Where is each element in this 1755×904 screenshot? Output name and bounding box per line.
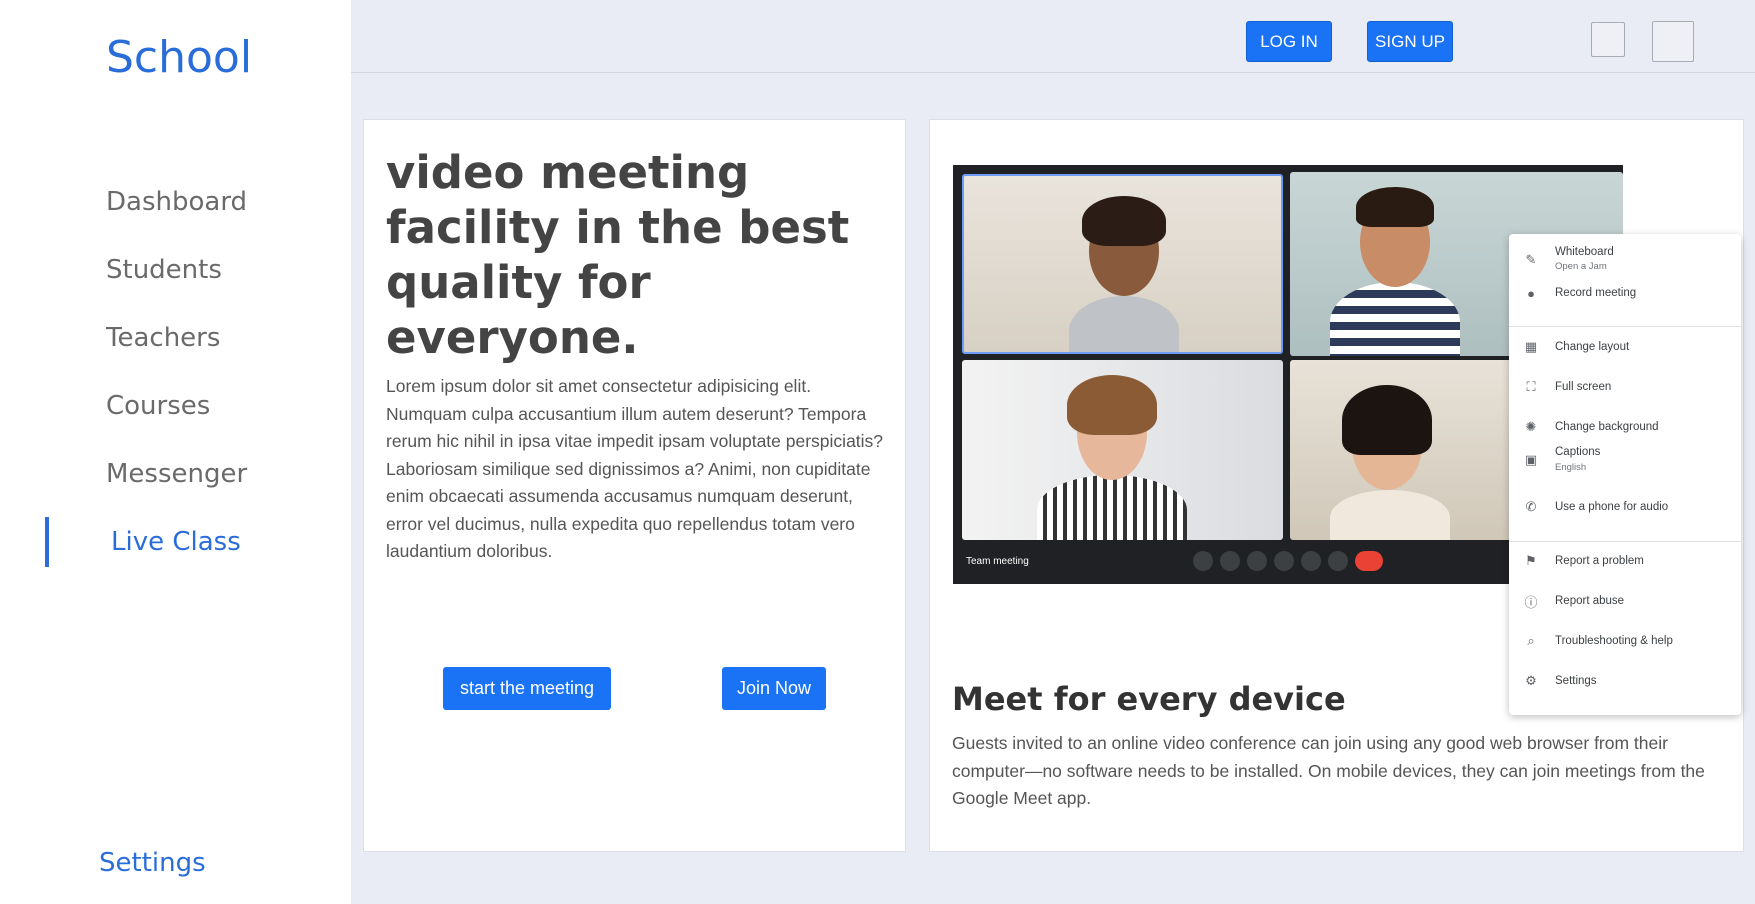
captions-icon	[1247, 551, 1267, 571]
sidebar-item-teachers[interactable]: Teachers	[0, 304, 351, 372]
phone-icon: ✆	[1525, 499, 1537, 514]
troubleshoot-icon: ⌕	[1527, 633, 1535, 648]
call-controls	[1193, 551, 1383, 571]
intro-card: video meeting facility in the best quali…	[363, 119, 906, 852]
login-button[interactable]: LOG IN	[1246, 21, 1332, 62]
fullscreen-icon: ⛶	[1526, 379, 1536, 394]
section-description: Guests invited to an online video confer…	[952, 733, 1705, 808]
menu-item-layout: ▦ Change layout	[1524, 339, 1630, 354]
report-abuse-icon: ⓘ	[1524, 594, 1538, 610]
sidebar-item-dashboard[interactable]: Dashboard	[0, 168, 351, 236]
menu-item-phone-audio: ✆ Use a phone for audio	[1509, 498, 1741, 516]
raise-hand-icon	[1274, 551, 1294, 571]
mic-icon	[1193, 551, 1213, 571]
menu-divider	[1509, 541, 1741, 542]
more-options-icon	[1328, 551, 1348, 571]
background-icon: ✺	[1525, 419, 1537, 434]
camera-icon	[1220, 551, 1240, 571]
menu-item-fullscreen: ⛶ Full screen	[1509, 378, 1741, 396]
participant-tile	[962, 360, 1283, 540]
intro-paragraph: Lorem ipsum dolor sit amet consectetur a…	[386, 376, 884, 561]
menu-item-record: ● Record meeting	[1509, 284, 1741, 302]
present-icon	[1301, 551, 1321, 571]
sidebar-nav: Dashboard Students Teachers Courses Mess…	[0, 168, 351, 576]
join-now-button[interactable]: Join Now	[722, 667, 826, 710]
start-meeting-button[interactable]: start the meeting	[443, 667, 611, 710]
menu-item-report-problem: ⚑ Report a problem	[1509, 552, 1741, 570]
meeting-options-menu: ✎ Whiteboard Open a Jam ● Record meeting…	[1509, 234, 1741, 715]
top-bar: LOG IN SIGN UP	[351, 0, 1755, 73]
video-meeting-screenshot: Team meeting ✎ Whiteboard Open a Jam ● R…	[953, 165, 1741, 715]
menu-item-settings: ⚙ Settings	[1509, 672, 1741, 690]
headline: video meeting facility in the best quali…	[386, 146, 850, 364]
sidebar-item-messenger[interactable]: Messenger	[0, 440, 351, 508]
menu-item-background: ✺ Change background	[1509, 418, 1741, 436]
sidebar-item-courses[interactable]: Courses	[0, 372, 351, 440]
gear-icon: ⚙	[1525, 673, 1537, 688]
menu-divider	[1509, 326, 1741, 327]
sidebar-item-label: Live Class	[111, 527, 241, 557]
end-call-icon	[1355, 551, 1383, 571]
sidebar-settings-link[interactable]: Settings	[99, 848, 206, 878]
sidebar-item-students[interactable]: Students	[0, 236, 351, 304]
menu-item-troubleshooting: ⌕ Troubleshooting & help	[1509, 632, 1741, 650]
active-indicator	[45, 517, 49, 567]
brand-logo[interactable]: School	[106, 32, 252, 83]
signup-button[interactable]: SIGN UP	[1367, 21, 1453, 62]
pencil-icon: ✎	[1525, 252, 1537, 267]
report-problem-icon: ⚑	[1525, 553, 1537, 568]
captions-icon: ▣	[1524, 452, 1538, 467]
sidebar-item-live-class[interactable]: Live Class	[0, 508, 351, 576]
layout-icon: ▦	[1524, 339, 1538, 354]
menu-item-whiteboard: ✎ Whiteboard Open a Jam	[1509, 246, 1741, 274]
meeting-name-label: Team meeting	[966, 556, 1029, 567]
menu-item-captions: ▣ Captions English	[1524, 446, 1601, 473]
sidebar: School Dashboard Students Teachers Cours…	[0, 0, 351, 904]
menu-item-report-abuse: ⓘ Report abuse	[1524, 594, 1625, 610]
record-icon: ●	[1527, 285, 1535, 301]
broken-image-icon[interactable]	[1591, 22, 1625, 57]
broken-avatar-image[interactable]	[1652, 21, 1694, 62]
participant-tile	[962, 174, 1283, 354]
section-title: Meet for every device	[952, 680, 1346, 718]
meet-card: Team meeting ✎ Whiteboard Open a Jam ● R…	[929, 119, 1744, 852]
